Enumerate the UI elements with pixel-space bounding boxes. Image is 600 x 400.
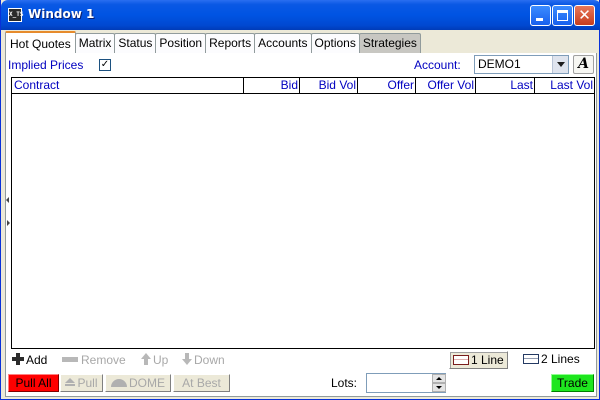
window-title: Window 1 bbox=[28, 7, 95, 21]
implied-prices-label: Implied Prices bbox=[8, 58, 84, 72]
two-lines-icon bbox=[523, 354, 539, 364]
maximize-icon bbox=[557, 10, 568, 21]
expand-right-icon[interactable] bbox=[7, 220, 10, 226]
app-icon: X_TS bbox=[8, 8, 23, 22]
dome-label: DOME bbox=[129, 376, 165, 390]
collapse-left-icon[interactable] bbox=[6, 197, 9, 203]
maximize-button[interactable] bbox=[552, 5, 573, 26]
account-label: Account: bbox=[414, 58, 461, 72]
trade-button[interactable]: Trade bbox=[551, 374, 594, 392]
quotes-grid[interactable]: Contract Bid Bid Vol Offer Offer Vol Las… bbox=[11, 77, 595, 349]
move-down-button[interactable]: Down bbox=[182, 353, 225, 367]
tab-bar: Hot Quotes Matrix Status Position Report… bbox=[5, 31, 421, 53]
eject-icon bbox=[65, 378, 76, 387]
plus-icon bbox=[12, 353, 24, 365]
col-header-last-vol[interactable]: Last Vol bbox=[535, 78, 594, 93]
title-bar[interactable]: X_TS Window 1 ✕ bbox=[1, 0, 600, 30]
tab-strategies[interactable]: Strategies bbox=[358, 33, 421, 53]
tab-accounts[interactable]: Accounts bbox=[254, 33, 312, 53]
col-header-bid[interactable]: Bid bbox=[244, 78, 300, 93]
at-best-button[interactable]: At Best bbox=[173, 374, 230, 392]
lots-label: Lots: bbox=[331, 376, 358, 390]
stepper-up-icon[interactable] bbox=[432, 374, 446, 383]
implied-prices-checkbox[interactable]: ✓ bbox=[99, 59, 111, 71]
one-line-toggle[interactable]: 1 Line bbox=[449, 351, 508, 369]
close-button[interactable]: ✕ bbox=[574, 5, 595, 26]
close-icon: ✕ bbox=[578, 6, 591, 24]
arrow-down-icon bbox=[182, 353, 192, 365]
stepper-down-icon[interactable] bbox=[432, 383, 446, 392]
arrow-up-icon bbox=[141, 353, 151, 365]
account-value: DEMO1 bbox=[478, 57, 521, 71]
dome-button[interactable]: DOME bbox=[105, 374, 171, 392]
pull-all-button[interactable]: Pull All bbox=[8, 374, 59, 392]
lots-stepper[interactable] bbox=[432, 374, 446, 392]
pull-label: Pull bbox=[77, 376, 98, 390]
col-header-offer[interactable]: Offer bbox=[358, 78, 416, 93]
account-dropdown-button[interactable] bbox=[552, 56, 568, 73]
one-line-label: 1 Line bbox=[471, 353, 504, 367]
two-lines-toggle[interactable]: 2 Lines bbox=[520, 351, 583, 369]
col-header-contract[interactable]: Contract bbox=[12, 78, 244, 93]
add-button[interactable]: Add bbox=[12, 353, 47, 367]
move-up-button[interactable]: Up bbox=[141, 353, 168, 367]
up-label: Up bbox=[153, 353, 169, 367]
minimize-icon bbox=[536, 18, 543, 21]
remove-button[interactable]: Remove bbox=[62, 353, 126, 367]
minus-icon bbox=[62, 357, 78, 362]
dome-icon bbox=[111, 379, 127, 387]
col-header-offer-vol[interactable]: Offer Vol bbox=[416, 78, 476, 93]
tab-hot-quotes[interactable]: Hot Quotes bbox=[5, 31, 76, 53]
col-header-bid-vol[interactable]: Bid Vol bbox=[300, 78, 358, 93]
tab-options[interactable]: Options bbox=[310, 33, 360, 53]
account-select[interactable]: DEMO1 bbox=[474, 55, 569, 74]
tab-matrix[interactable]: Matrix bbox=[74, 33, 116, 53]
down-label: Down bbox=[194, 353, 225, 367]
add-label: Add bbox=[26, 353, 48, 367]
pull-button[interactable]: Pull bbox=[60, 374, 103, 392]
col-header-last[interactable]: Last bbox=[476, 78, 535, 93]
tab-position[interactable]: Position bbox=[155, 33, 207, 53]
one-line-icon bbox=[453, 355, 469, 365]
remove-label: Remove bbox=[81, 353, 126, 367]
font-settings-button[interactable]: A bbox=[573, 55, 594, 74]
minimize-button[interactable] bbox=[530, 5, 551, 26]
tab-reports[interactable]: Reports bbox=[205, 33, 256, 53]
two-lines-label: 2 Lines bbox=[541, 352, 580, 366]
grid-header: Contract Bid Bid Vol Offer Offer Vol Las… bbox=[12, 78, 594, 94]
app-window: X_TS Window 1 ✕ Hot Quotes Matrix Status… bbox=[0, 0, 600, 400]
chevron-down-icon bbox=[557, 62, 565, 67]
tab-status[interactable]: Status bbox=[114, 33, 157, 53]
